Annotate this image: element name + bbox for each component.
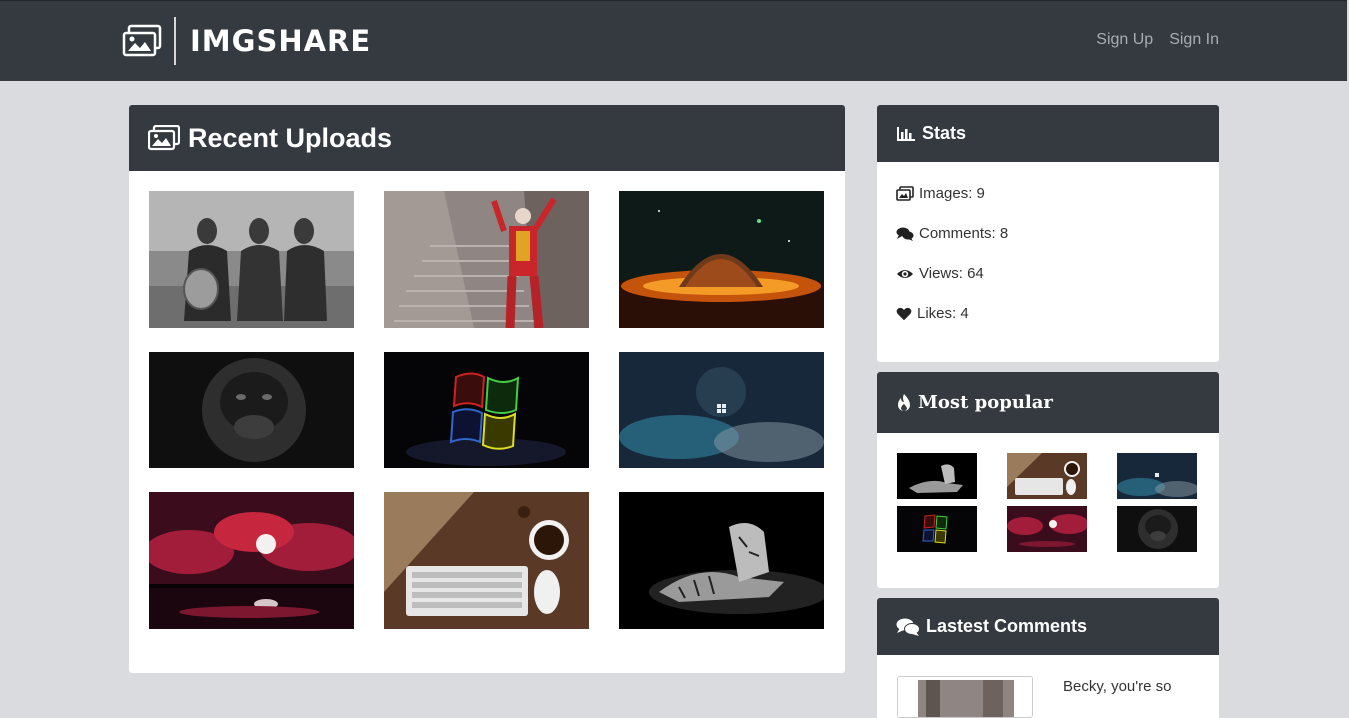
- popular-thumbnail-windows-dark[interactable]: [897, 506, 977, 552]
- brand-divider: [174, 17, 176, 65]
- fire-icon: [898, 393, 910, 411]
- popular-thumbnail-gorilla[interactable]: [1117, 506, 1197, 552]
- popular-thumbnail-windows-blue[interactable]: [1117, 453, 1199, 499]
- image-thumbnail-joker-stairs[interactable]: [384, 191, 589, 328]
- stats-header: Stats: [877, 105, 1219, 162]
- stat-images: Images: 9: [896, 185, 985, 202]
- images-icon: [148, 125, 180, 151]
- stat-views: Views: 64: [896, 265, 984, 282]
- popular-thumbnail-keyboard-coffee[interactable]: [1007, 453, 1087, 499]
- sign-up-link[interactable]: Sign Up: [1096, 31, 1153, 49]
- image-thumbnail-windows-dark[interactable]: [384, 352, 589, 468]
- stats-title: Stats: [922, 123, 967, 143]
- latest-comments-card: Lastest Comments Becky, you're so: [877, 598, 1219, 718]
- sign-in-link[interactable]: Sign In: [1169, 31, 1219, 49]
- stat-comments-text: Comments: 8: [919, 225, 1009, 242]
- image-thumbnail-red-clouds[interactable]: [149, 492, 354, 629]
- stat-images-text: Images: 9: [919, 185, 985, 202]
- most-popular-header: Most popular: [877, 372, 1219, 433]
- most-popular-title: Most popular: [918, 392, 1053, 413]
- image-thumbnail-tiger[interactable]: [619, 492, 824, 629]
- stat-comments: Comments: 8: [896, 225, 1008, 242]
- image-thumbnail-three-men[interactable]: [149, 191, 354, 328]
- latest-comments-header: Lastest Comments: [877, 598, 1219, 655]
- stat-views-text: Views: 64: [919, 265, 984, 282]
- popular-thumbnail-red-clouds[interactable]: [1007, 506, 1089, 552]
- bar-chart-icon: [897, 126, 915, 141]
- recent-uploads-header: Recent Uploads: [129, 105, 845, 171]
- comment-text: Becky, you're so: [1063, 678, 1172, 695]
- brand-name: IMGSHARE: [190, 24, 372, 58]
- stats-card: Stats Images: 9 Comments: 8 Views: 64 Li…: [877, 105, 1219, 362]
- most-popular-grid: [897, 453, 1199, 552]
- stat-likes: Likes: 4: [896, 305, 969, 322]
- comments-icon: [896, 618, 920, 636]
- eye-icon: [897, 269, 913, 278]
- latest-comments-title: Lastest Comments: [926, 616, 1088, 636]
- image-thumbnail-gorilla[interactable]: [149, 352, 354, 468]
- recent-uploads-title: Recent Uploads: [188, 122, 393, 153]
- comments-icon: [896, 227, 914, 241]
- images-icon: [896, 185, 914, 201]
- images-icon: [122, 24, 162, 57]
- recent-uploads-card: Recent Uploads: [129, 105, 845, 673]
- recent-uploads-grid: [149, 191, 824, 629]
- auth-nav: Sign Up Sign In: [1096, 31, 1219, 49]
- heart-icon: [896, 307, 912, 320]
- image-thumbnail-windows-blue[interactable]: [619, 352, 824, 468]
- top-navbar: IMGSHARE Sign Up Sign In: [0, 0, 1347, 81]
- most-popular-card: Most popular: [877, 372, 1219, 588]
- image-thumbnail-planet[interactable]: [619, 191, 824, 328]
- popular-thumbnail-tiger[interactable]: [897, 453, 977, 499]
- image-thumbnail-keyboard-coffee[interactable]: [384, 492, 589, 629]
- brand-logo[interactable]: IMGSHARE: [122, 17, 371, 65]
- comment-image-thumbnail[interactable]: [897, 676, 1033, 718]
- stat-likes-text: Likes: 4: [917, 305, 969, 322]
